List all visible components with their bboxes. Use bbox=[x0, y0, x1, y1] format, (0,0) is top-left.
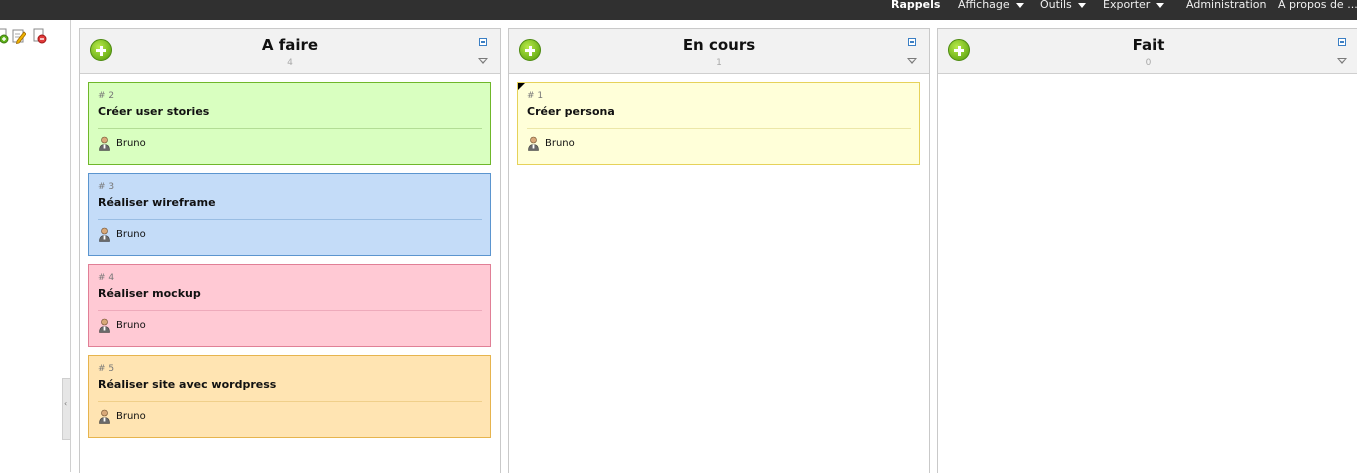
card-number: # 1 bbox=[527, 91, 544, 101]
collapse-arrow-icon: ‹ bbox=[64, 399, 68, 408]
chevron-down-icon bbox=[1156, 2, 1165, 8]
card-number: # 4 bbox=[98, 273, 115, 283]
column-title: Fait bbox=[1132, 36, 1165, 54]
card-owner-name: Bruno bbox=[116, 229, 146, 240]
card-owner-name: Bruno bbox=[116, 320, 146, 331]
column-title: A faire bbox=[261, 36, 319, 54]
card-title: Réaliser site avec wordpress bbox=[98, 378, 277, 391]
column-count: 4 bbox=[287, 58, 293, 68]
side-panel: ‹ bbox=[0, 20, 71, 472]
panel-splitter[interactable]: ‹ bbox=[62, 378, 71, 440]
card-title: Réaliser wireframe bbox=[98, 196, 216, 209]
column-header: Fait 0 bbox=[938, 29, 1357, 74]
card-divider bbox=[98, 401, 482, 402]
column-header: A faire 4 bbox=[80, 29, 500, 74]
column-count: 0 bbox=[1145, 58, 1152, 68]
card-divider bbox=[98, 128, 482, 129]
nav-administration[interactable]: Administration bbox=[1186, 0, 1267, 15]
card-number: # 3 bbox=[98, 182, 115, 192]
nav-outils-label: Outils bbox=[1040, 0, 1072, 11]
column-menu-icon[interactable] bbox=[478, 58, 488, 64]
column-menu-icon[interactable] bbox=[907, 58, 917, 64]
card-number: # 2 bbox=[98, 91, 115, 101]
user-avatar-icon bbox=[99, 409, 110, 424]
nav-exporter-label: Exporter bbox=[1103, 0, 1151, 11]
user-avatar-icon bbox=[99, 136, 110, 151]
nav-affichage-label: Affichage bbox=[958, 0, 1010, 11]
top-navigation-bar: Rappels Affichage Outils Exporter Admini… bbox=[0, 0, 1357, 20]
column-a-faire: A faire 4 # 2 Créer user stories Bruno #… bbox=[79, 28, 501, 473]
user-avatar-icon bbox=[99, 227, 110, 242]
nav-about[interactable]: A propos de ... bbox=[1278, 0, 1357, 15]
column-count: 1 bbox=[716, 58, 722, 68]
delete-page-icon[interactable] bbox=[33, 28, 47, 44]
chevron-down-icon bbox=[1077, 2, 1086, 8]
card-title: Créer user stories bbox=[98, 105, 210, 118]
card-divider bbox=[98, 219, 482, 220]
minimize-column-icon[interactable] bbox=[908, 38, 916, 46]
user-avatar-icon bbox=[99, 318, 110, 333]
card-title: Créer persona bbox=[527, 105, 615, 118]
kanban-card[interactable]: # 3 Réaliser wireframe Bruno bbox=[88, 173, 491, 256]
card-corner-flag bbox=[518, 83, 525, 90]
chevron-down-icon bbox=[1015, 2, 1024, 8]
card-owner-name: Bruno bbox=[116, 138, 146, 149]
card-number: # 5 bbox=[98, 364, 115, 374]
minimize-column-icon[interactable] bbox=[479, 38, 487, 46]
column-en-cours: En cours 1 # 1 Créer persona Bruno bbox=[508, 28, 930, 473]
column-title: En cours bbox=[682, 36, 756, 54]
card-divider bbox=[98, 310, 482, 311]
card-divider bbox=[527, 128, 911, 129]
nav-affichage[interactable]: Affichage bbox=[958, 0, 1024, 15]
column-header: En cours 1 bbox=[509, 29, 929, 74]
minimize-column-icon[interactable] bbox=[1338, 38, 1346, 46]
nav-rappels[interactable]: Rappels bbox=[891, 0, 940, 15]
edit-page-icon[interactable] bbox=[12, 28, 26, 44]
column-menu-icon[interactable] bbox=[1337, 58, 1347, 64]
column-fait: Fait 0 bbox=[937, 28, 1357, 473]
card-title: Réaliser mockup bbox=[98, 287, 201, 300]
nav-exporter[interactable]: Exporter bbox=[1103, 0, 1165, 15]
card-owner-name: Bruno bbox=[116, 411, 146, 422]
add-page-icon[interactable] bbox=[0, 28, 10, 44]
card-owner-name: Bruno bbox=[545, 138, 575, 149]
kanban-card[interactable]: # 4 Réaliser mockup Bruno bbox=[88, 264, 491, 347]
kanban-card[interactable]: # 5 Réaliser site avec wordpress Bruno bbox=[88, 355, 491, 438]
user-avatar-icon bbox=[528, 136, 539, 151]
kanban-card[interactable]: # 1 Créer persona Bruno bbox=[517, 82, 920, 165]
kanban-card[interactable]: # 2 Créer user stories Bruno bbox=[88, 82, 491, 165]
nav-outils[interactable]: Outils bbox=[1040, 0, 1086, 15]
